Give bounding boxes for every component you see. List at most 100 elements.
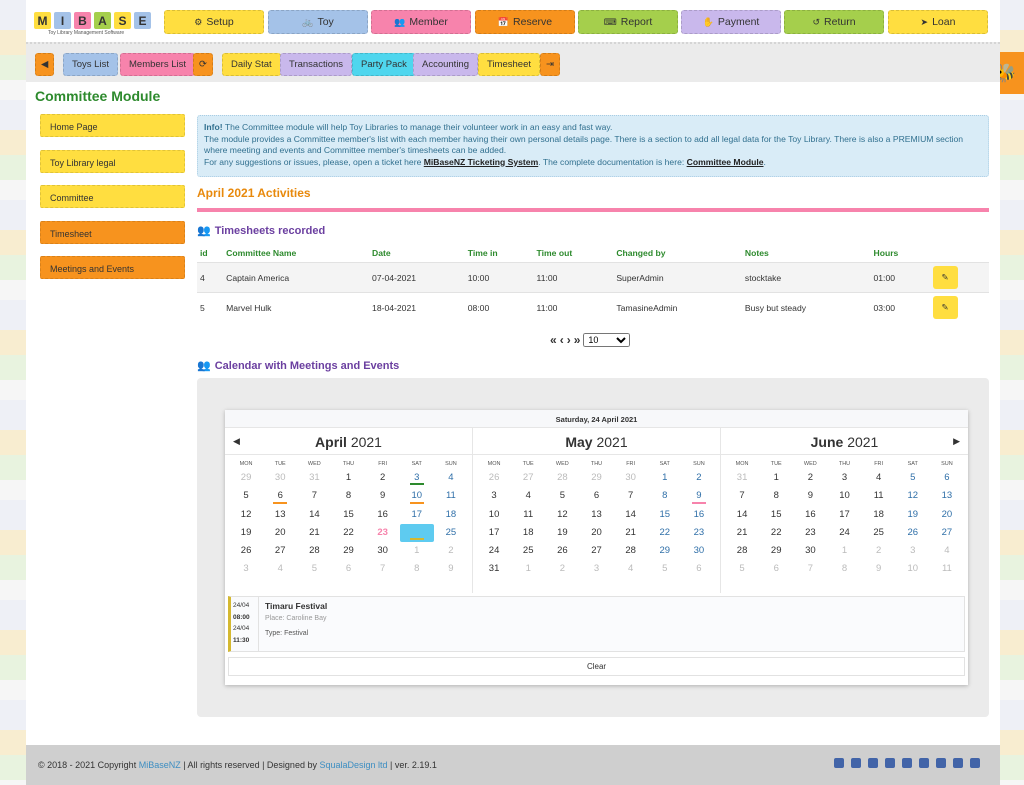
calendar-day[interactable]: 6 <box>331 560 365 578</box>
calendar-day[interactable]: 7 <box>366 560 400 578</box>
toolbar-daily-stat-button[interactable]: Daily Stat <box>222 53 281 76</box>
calendar-day[interactable]: 3 <box>229 560 263 578</box>
calendar-day[interactable]: 14 <box>614 506 648 524</box>
toolbar-toys-list-button[interactable]: Toys List <box>63 53 118 76</box>
calendar-day[interactable]: 3 <box>579 560 613 578</box>
calendar-day[interactable]: 12 <box>229 506 263 524</box>
calendar-day[interactable]: 4 <box>614 560 648 578</box>
calendar-day[interactable]: 4 <box>511 487 545 505</box>
calendar-day[interactable]: 5 <box>725 560 759 578</box>
logout-button[interactable]: ⇥ <box>540 53 560 76</box>
calendar-day[interactable]: 17 <box>477 524 511 542</box>
prev-month-button[interactable]: ◀ <box>233 436 240 447</box>
last-page-button[interactable]: » <box>574 333 581 347</box>
calendar-day[interactable]: 26 <box>896 524 930 542</box>
calendar-day[interactable]: 20 <box>930 506 964 524</box>
designer-link[interactable]: SqualaDesign ltd <box>319 760 387 770</box>
calendar-day[interactable]: 9 <box>862 560 896 578</box>
youtube-icon[interactable] <box>919 758 929 768</box>
calendar-day[interactable]: 22 <box>759 524 793 542</box>
calendar-day[interactable]: 1 <box>400 542 434 560</box>
calendar-day[interactable]: 25 <box>862 524 896 542</box>
calendar-day[interactable]: 2 <box>366 469 400 487</box>
phone-icon[interactable] <box>851 758 861 768</box>
calendar-day[interactable]: 19 <box>545 524 579 542</box>
nav-member-button[interactable]: 👥 Member <box>371 10 471 34</box>
calendar-day[interactable]: 27 <box>579 542 613 560</box>
sidebar-item-home-page[interactable]: Home Page <box>40 114 185 137</box>
calendar-day[interactable]: 23 <box>366 524 400 542</box>
calendar-day[interactable]: 29 <box>759 542 793 560</box>
calendar-day[interactable]: 21 <box>725 524 759 542</box>
toolbar-transactions-button[interactable]: Transactions <box>280 53 353 76</box>
calendar-day[interactable]: 6 <box>263 487 297 505</box>
calendar-day[interactable]: 17 <box>400 506 434 524</box>
calendar-day[interactable]: 20 <box>263 524 297 542</box>
calendar-day[interactable]: 11 <box>930 560 964 578</box>
next-month-button[interactable]: ▶ <box>953 436 960 447</box>
calendar-day[interactable]: 18 <box>434 506 468 524</box>
calendar-day[interactable]: 31 <box>477 560 511 578</box>
calendar-day[interactable]: 30 <box>614 469 648 487</box>
calendar-day[interactable]: 10 <box>477 506 511 524</box>
calendar-day[interactable]: 10 <box>896 560 930 578</box>
toolbar-party-pack-button[interactable]: Party Pack <box>352 53 416 76</box>
calendar-day[interactable]: 1 <box>331 469 365 487</box>
email-icon[interactable] <box>834 758 844 768</box>
calendar-day[interactable]: 8 <box>400 560 434 578</box>
calendar-day[interactable]: 7 <box>614 487 648 505</box>
calendar-day[interactable]: 22 <box>648 524 682 542</box>
calendar-day[interactable]: 13 <box>263 506 297 524</box>
calendar-day[interactable]: 9 <box>793 487 827 505</box>
calendar-day[interactable]: 21 <box>297 524 331 542</box>
calendar-day[interactable]: 13 <box>579 506 613 524</box>
instagram-icon[interactable] <box>953 758 963 768</box>
calendar-day[interactable]: 28 <box>297 542 331 560</box>
calendar-day[interactable]: 4 <box>434 469 468 487</box>
calendar-day[interactable]: 6 <box>759 560 793 578</box>
prev-page-button[interactable]: ‹ <box>560 333 564 347</box>
calendar-day[interactable]: 1 <box>759 469 793 487</box>
calendar-day[interactable]: 5 <box>229 487 263 505</box>
sidebar-item-timesheet[interactable]: Timesheet <box>40 220 185 244</box>
calendar-day[interactable]: 26 <box>229 542 263 560</box>
documentation-link[interactable]: Committee Module <box>687 157 764 167</box>
calendar-day[interactable]: 30 <box>682 542 716 560</box>
calendar-day[interactable]: 3 <box>896 542 930 560</box>
calendar-day[interactable]: 1 <box>827 542 861 560</box>
calendar-day[interactable]: 5 <box>545 487 579 505</box>
calendar-day[interactable]: 12 <box>896 487 930 505</box>
edit-button[interactable]: ✎ <box>932 296 958 320</box>
sidebar-item-toy-library-legal[interactable]: Toy Library legal <box>40 149 185 173</box>
back-button[interactable]: ◀ <box>35 53 55 76</box>
calendar-day[interactable]: 16 <box>793 506 827 524</box>
calendar-day[interactable]: 11 <box>434 487 468 505</box>
event-item[interactable]: 24/04 08:00 24/04 11:30 Timaru Festival … <box>228 596 965 652</box>
calendar-day[interactable]: 6 <box>682 560 716 578</box>
sidebar-item-meetings-and-events[interactable]: Meetings and Events <box>40 256 185 279</box>
calendar-day[interactable]: 1 <box>511 560 545 578</box>
clear-button[interactable]: Clear <box>228 657 965 676</box>
calendar-day[interactable]: 3 <box>477 487 511 505</box>
calendar-day[interactable]: 30 <box>263 469 297 487</box>
calendar-day[interactable]: 8 <box>648 487 682 505</box>
calendar-day[interactable]: 1 <box>648 469 682 487</box>
calendar-day[interactable]: 5 <box>648 560 682 578</box>
calendar-day[interactable]: 15 <box>759 506 793 524</box>
calendar-day[interactable]: 3 <box>400 469 434 487</box>
calendar-day[interactable]: 6 <box>930 469 964 487</box>
toolbar-members-list-button[interactable]: Members List <box>120 53 196 76</box>
calendar-day[interactable]: 17 <box>827 506 861 524</box>
calendar-day[interactable]: 7 <box>725 487 759 505</box>
web-icon[interactable] <box>868 758 878 768</box>
calendar-day[interactable]: 30 <box>366 542 400 560</box>
edit-button[interactable]: ✎ <box>932 266 958 289</box>
mibase-link[interactable]: MiBaseNZ <box>139 760 181 770</box>
first-page-button[interactable]: « <box>550 333 557 347</box>
calendar-day[interactable]: 13 <box>930 487 964 505</box>
calendar-day[interactable]: 24 <box>399 523 434 543</box>
calendar-day[interactable]: 6 <box>579 487 613 505</box>
calendar-day[interactable]: 25 <box>434 524 468 542</box>
calendar-day[interactable]: 20 <box>579 524 613 542</box>
calendar-day[interactable]: 27 <box>511 469 545 487</box>
